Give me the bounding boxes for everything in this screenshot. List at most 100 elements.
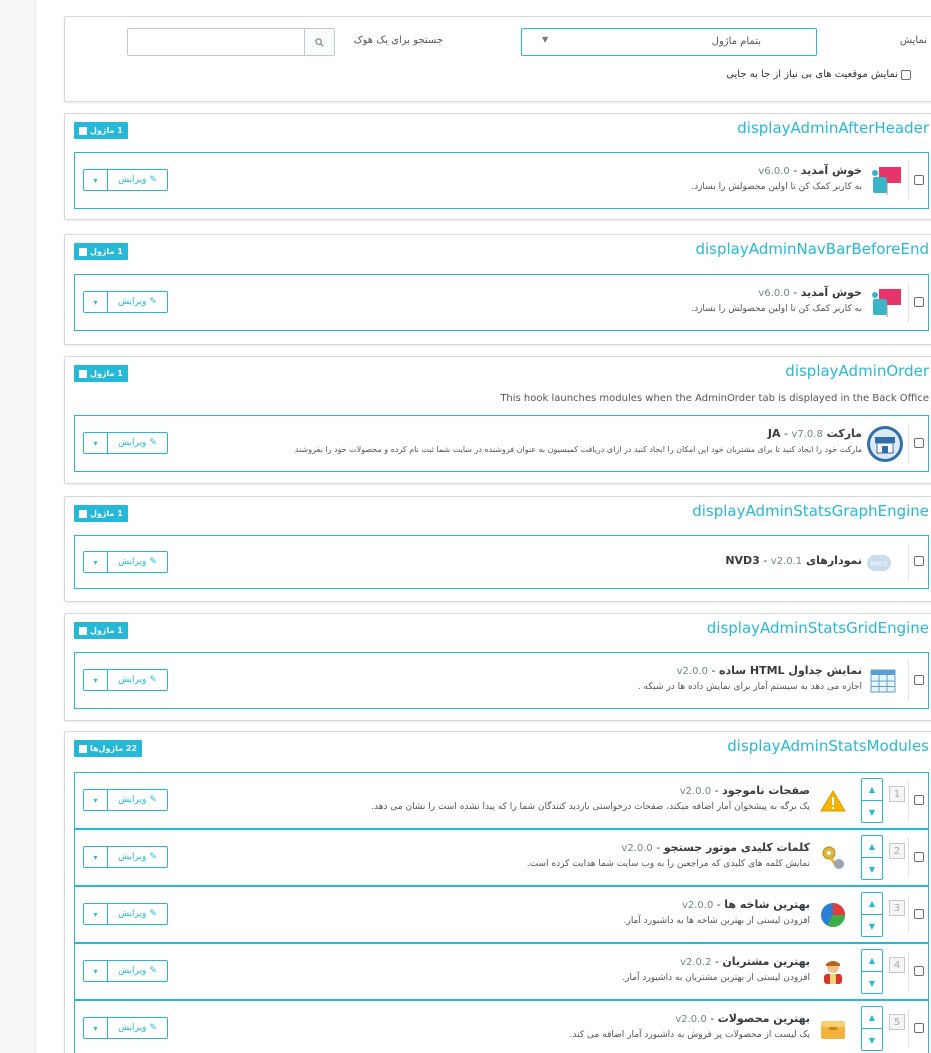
module-count-badge[interactable]: 1 ماژول bbox=[74, 622, 128, 639]
edit-button-group: ▾ ✎ ویرایش bbox=[83, 551, 168, 573]
module-row: خوش آمدید - v6.0.0 به کاربر کمک کن تا او… bbox=[74, 274, 929, 331]
module-checkbox[interactable] bbox=[914, 438, 924, 448]
edit-button-group: ▾ ✎ ویرایش bbox=[83, 789, 168, 811]
module-name: کلمات کلیدی موتور جستجو bbox=[663, 841, 810, 854]
reorder-control: ▲ ▼ bbox=[861, 1006, 883, 1051]
search-button[interactable] bbox=[304, 29, 334, 55]
module-name: خوش آمدید bbox=[800, 164, 862, 177]
divider bbox=[908, 952, 909, 991]
pencil-icon: ✎ bbox=[149, 852, 157, 862]
move-up-button[interactable]: ▲ bbox=[862, 836, 882, 858]
actions-dropdown-button[interactable]: ▾ bbox=[83, 669, 108, 691]
edit-button[interactable]: ✎ ویرایش bbox=[108, 960, 168, 982]
position-number: 3 bbox=[889, 900, 905, 916]
module-version: v2.0.1 bbox=[770, 556, 803, 567]
module-description: نمایش کلمه های کلیدی که مراجعین را به وب… bbox=[526, 859, 810, 869]
actions-dropdown-button[interactable]: ▾ bbox=[83, 432, 108, 454]
actions-dropdown-button[interactable]: ▾ bbox=[83, 960, 108, 982]
pencil-icon: ✎ bbox=[149, 297, 157, 307]
move-up-button[interactable]: ▲ bbox=[862, 893, 882, 915]
actions-dropdown-button[interactable]: ▾ bbox=[83, 846, 108, 868]
show-nonmovable-checkbox[interactable] bbox=[901, 69, 911, 80]
hook-search-input[interactable] bbox=[128, 29, 306, 55]
module-count-badge[interactable]: 1 ماژول bbox=[74, 243, 128, 260]
pencil-icon: ✎ bbox=[149, 438, 157, 448]
edit-button[interactable]: ✎ ویرایش bbox=[108, 432, 168, 454]
module-name: بهترین مشتریان bbox=[722, 955, 810, 968]
edit-button[interactable]: ✎ ویرایش bbox=[108, 789, 168, 811]
actions-dropdown-button[interactable]: ▾ bbox=[83, 291, 108, 313]
divider bbox=[908, 781, 909, 820]
module-description: مارکت خود را ایجاد کنید تا برای مشتریان … bbox=[294, 445, 862, 454]
move-up-button[interactable]: ▲ bbox=[862, 779, 882, 801]
module-row: 5 ▲ ▼ بهترین محصولات - v2.0.0 یک لیست از … bbox=[74, 1000, 929, 1053]
actions-dropdown-button[interactable]: ▾ bbox=[83, 1017, 108, 1039]
module-checkbox[interactable] bbox=[914, 795, 924, 805]
module-count-badge[interactable]: 22 ماژول‌ها bbox=[74, 740, 142, 757]
pencil-icon: ✎ bbox=[149, 675, 157, 685]
hook-section: displayAdminStatsGridEngine 1 ماژول نمای… bbox=[64, 613, 931, 721]
module-count-badge[interactable]: 1 ماژول bbox=[74, 122, 128, 139]
module-row: مارکت JA - v7.0.8 مارکت خود را ایجاد کنی… bbox=[74, 415, 929, 472]
edit-button[interactable]: ✎ ویرایش bbox=[108, 291, 168, 313]
module-filter-select[interactable]: بتمام ماژول ▼ bbox=[521, 28, 817, 56]
module-checkbox[interactable] bbox=[914, 909, 924, 919]
edit-button[interactable]: ✎ ویرایش bbox=[108, 169, 168, 191]
move-up-button[interactable]: ▲ bbox=[862, 950, 882, 972]
module-list: مارکت JA - v7.0.8 مارکت خود را ایجاد کنی… bbox=[74, 415, 929, 472]
module-select-value: بتمام ماژول bbox=[711, 36, 761, 47]
module-checkbox[interactable] bbox=[914, 556, 924, 566]
select-all-checkbox[interactable] bbox=[79, 369, 87, 378]
module-checkbox[interactable] bbox=[914, 852, 924, 862]
select-all-checkbox[interactable] bbox=[79, 626, 87, 635]
select-all-checkbox[interactable] bbox=[79, 744, 87, 753]
module-list: 1 ▲ ▼ صفحات ناموجود - v2.0.0 یک برگه به پ… bbox=[74, 772, 929, 1053]
edit-button[interactable]: ✎ ویرایش bbox=[108, 551, 168, 573]
search-hook-label: جستجو برای یک هوک bbox=[353, 35, 443, 46]
hook-description: This hook launches modules when the Admi… bbox=[500, 393, 929, 404]
module-name: خوش آمدید bbox=[800, 286, 862, 299]
module-count-badge[interactable]: 1 ماژول bbox=[74, 505, 128, 522]
module-checkbox[interactable] bbox=[914, 175, 924, 185]
actions-dropdown-button[interactable]: ▾ bbox=[83, 551, 108, 573]
hook-section: displayAdminOrder This hook launches mod… bbox=[64, 356, 931, 484]
actions-dropdown-button[interactable]: ▾ bbox=[83, 903, 108, 925]
move-down-button[interactable]: ▼ bbox=[862, 1029, 882, 1051]
actions-dropdown-button[interactable]: ▾ bbox=[83, 169, 108, 191]
select-all-checkbox[interactable] bbox=[79, 126, 87, 135]
edit-button[interactable]: ✎ ویرایش bbox=[108, 903, 168, 925]
move-down-button[interactable]: ▼ bbox=[862, 972, 882, 994]
position-number: 2 bbox=[889, 843, 905, 859]
nvd3-logo-icon: NVD3 bbox=[860, 544, 898, 582]
move-down-button[interactable]: ▼ bbox=[862, 915, 882, 937]
module-checkbox[interactable] bbox=[914, 966, 924, 976]
show-nonmovable-toggle[interactable]: نمایش موقعیت های بی نیاز از جا به جایی bbox=[726, 69, 911, 80]
chevron-down-icon: ▼ bbox=[542, 35, 549, 44]
edit-button[interactable]: ✎ ویرایش bbox=[108, 1017, 168, 1039]
module-positions-page: نمایش بتمام ماژول ▼ جستجو برای یک هوک نم… bbox=[35, 0, 931, 1053]
module-name: بهترین محصولات bbox=[717, 1012, 810, 1025]
display-label: نمایش bbox=[899, 35, 927, 46]
move-up-button[interactable]: ▲ bbox=[862, 1007, 882, 1029]
edit-button[interactable]: ✎ ویرایش bbox=[108, 669, 168, 691]
product-box-icon bbox=[814, 1010, 852, 1048]
move-down-button[interactable]: ▼ bbox=[862, 801, 882, 823]
module-checkbox[interactable] bbox=[914, 1023, 924, 1033]
module-name: نمایش جداول HTML ساده bbox=[718, 664, 862, 677]
module-version: v2.0.0 bbox=[675, 1014, 707, 1025]
select-all-checkbox[interactable] bbox=[79, 509, 87, 518]
divider bbox=[908, 544, 909, 580]
edit-button-group: ▾ ✎ ویرایش bbox=[83, 1017, 168, 1039]
edit-button[interactable]: ✎ ویرایش bbox=[108, 846, 168, 868]
module-info: نمودارهای NVD3 - v2.0.1 bbox=[725, 554, 862, 567]
move-down-button[interactable]: ▼ bbox=[862, 858, 882, 880]
module-count-badge[interactable]: 1 ماژول bbox=[74, 365, 128, 382]
module-row: نمایش جداول HTML ساده - v2.0.0 اجازه می … bbox=[74, 652, 929, 709]
select-all-checkbox[interactable] bbox=[79, 247, 87, 256]
actions-dropdown-button[interactable]: ▾ bbox=[83, 789, 108, 811]
pencil-icon: ✎ bbox=[149, 795, 157, 805]
module-checkbox[interactable] bbox=[914, 675, 924, 685]
module-info: خوش آمدید - v6.0.0 به کاربر کمک کن تا او… bbox=[691, 164, 862, 192]
module-checkbox[interactable] bbox=[914, 297, 924, 307]
module-version: v6.0.0 bbox=[758, 288, 790, 299]
